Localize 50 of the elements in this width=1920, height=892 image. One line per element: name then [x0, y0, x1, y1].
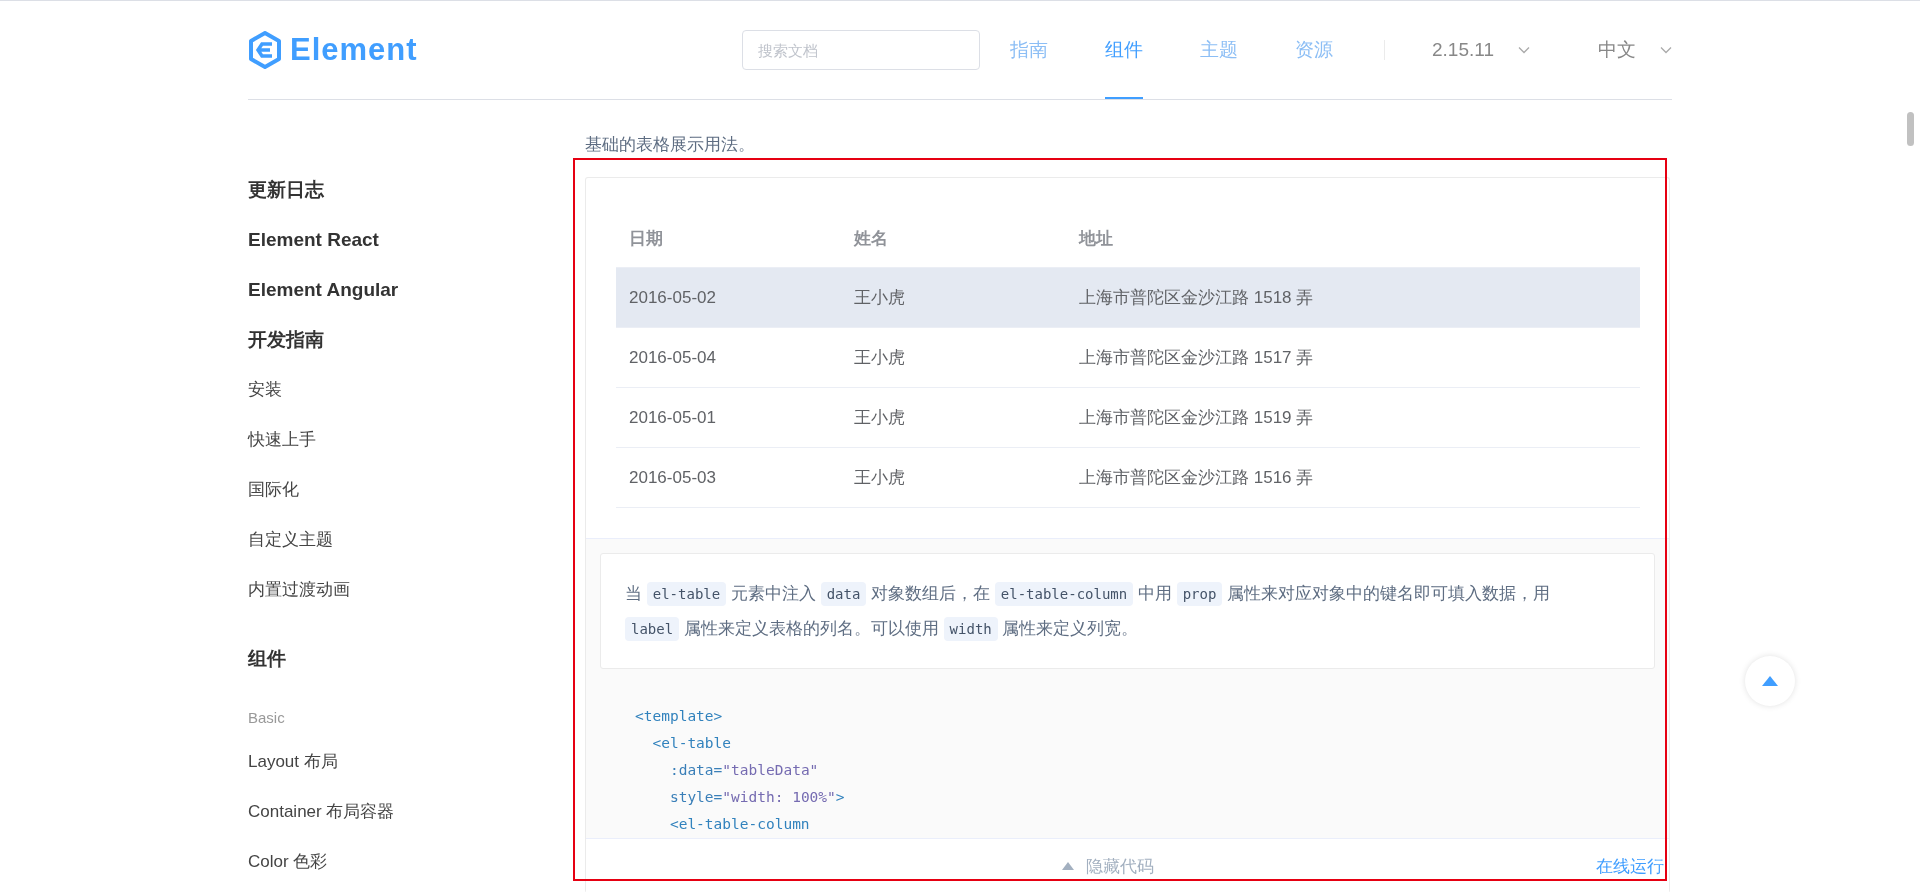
table-cell: 2016-05-03	[629, 467, 716, 487]
table-cell: 王小虎	[854, 348, 905, 367]
sidebar-link[interactable]: 内置过渡动画	[248, 565, 350, 615]
code-line: <el-table-column	[668, 815, 810, 834]
search-field[interactable]: 搜索文档	[742, 30, 980, 70]
sidebar-link[interactable]: Element Angular	[248, 265, 399, 315]
sidebar-link[interactable]: 自定义主题	[248, 515, 333, 565]
description-text: 当 el-table 元素中注入 data 对象数组后，在 el-table-column 中用 prop 属性来对应对象中的键名即可填入数据，用 label 属性来定义表格的列名。可以使用 width 属性来定义列宽。	[625, 576, 1630, 646]
language-dropdown[interactable]: 中文	[1598, 37, 1672, 63]
sidebar-section-title: 开发指南	[248, 328, 324, 352]
sidebar-link[interactable]: 国际化	[248, 465, 299, 515]
table-cell: 2016-05-02	[629, 287, 716, 307]
section-intro: 基础的表格展示用法。	[585, 134, 755, 156]
code-line: <el-table	[651, 734, 732, 753]
hexagon-logo-icon	[248, 31, 282, 69]
sidebar-link[interactable]: Container 布局容器	[248, 787, 395, 837]
column-header: 姓名	[854, 229, 888, 248]
sidebar-link[interactable]: 安装	[248, 365, 282, 415]
table-row[interactable]: 2016-05-03 王小虎 上海市普陀区金沙江路 1516 弄	[616, 447, 1640, 508]
table-cell: 王小虎	[854, 468, 905, 487]
code-line: <template>	[635, 707, 723, 726]
version-dropdown[interactable]: 2.15.11	[1432, 39, 1530, 61]
table-cell: 2016-05-01	[629, 407, 716, 427]
sidebar-link[interactable]: Layout 布局	[248, 737, 338, 787]
sidebar-link[interactable]: 更新日志	[248, 165, 324, 215]
caret-up-icon	[1061, 862, 1074, 870]
column-header: 地址	[1079, 229, 1113, 248]
code-line: :data="tableData"	[668, 761, 819, 780]
table-row[interactable]: 2016-05-01 王小虎 上海市普陀区金沙江路 1519 弄	[616, 387, 1640, 448]
table-cell: 2016-05-04	[629, 347, 716, 367]
back-to-top-button[interactable]	[1745, 656, 1795, 706]
chevron-down-icon	[1660, 46, 1672, 54]
sidebar-link[interactable]: 快速上手	[248, 415, 316, 465]
table-row[interactable]: 2016-05-02 王小虎 上海市普陀区金沙江路 1518 弄	[616, 267, 1640, 328]
chevron-down-icon	[1518, 46, 1530, 54]
scrollbar-thumb[interactable]	[1907, 112, 1914, 146]
table-cell: 王小虎	[854, 408, 905, 427]
column-header: 日期	[629, 229, 663, 248]
table-cell: 上海市普陀区金沙江路 1518 弄	[1079, 288, 1314, 307]
table-row[interactable]: 2016-05-04 王小虎 上海市普陀区金沙江路 1517 弄	[616, 327, 1640, 388]
sidebar-link[interactable]: Element React	[248, 215, 379, 265]
code-line: style="width: 100%">	[668, 788, 845, 807]
sidebar-section-title: 组件	[248, 647, 286, 671]
table-cell: 王小虎	[854, 288, 905, 307]
table-cell: 上海市普陀区金沙江路 1519 弄	[1079, 408, 1314, 427]
sidebar-link[interactable]: Color 色彩	[248, 837, 328, 887]
sidebar-group-label: Basic	[248, 708, 285, 728]
caret-up-icon	[1762, 676, 1778, 686]
table-cell: 上海市普陀区金沙江路 1517 弄	[1079, 348, 1314, 367]
table-cell: 上海市普陀区金沙江路 1516 弄	[1079, 468, 1314, 487]
